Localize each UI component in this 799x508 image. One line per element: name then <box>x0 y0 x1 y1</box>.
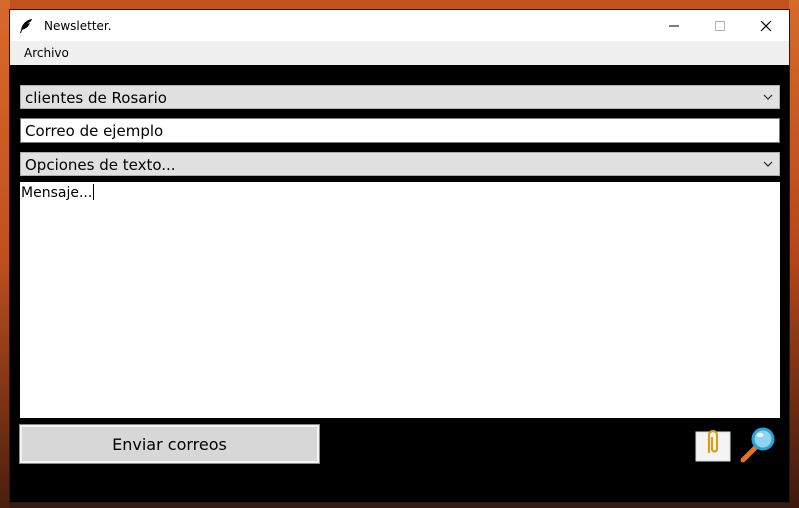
magnifier-icon <box>740 427 775 463</box>
attach-button[interactable] <box>694 425 732 463</box>
minimize-button[interactable] <box>651 10 697 41</box>
maximize-icon <box>715 20 725 31</box>
menu-bar: Archivo <box>10 41 789 65</box>
text-options-select[interactable]: Opciones de texto... <box>20 152 780 176</box>
subject-field[interactable]: Correo de ejemplo <box>20 118 780 143</box>
send-emails-label: Enviar correos <box>112 434 227 454</box>
subject-field-value: Correo de ejemplo <box>25 122 164 140</box>
window-controls <box>651 10 789 41</box>
recipients-select-value: clientes de Rosario <box>25 89 167 107</box>
recipients-select[interactable]: clientes de Rosario <box>20 85 780 109</box>
desktop-wallpaper-left <box>0 0 10 508</box>
feather-icon <box>18 18 34 34</box>
send-emails-button[interactable]: Enviar correos <box>19 424 320 464</box>
message-text: Mensaje... <box>21 185 93 201</box>
message-textarea[interactable]: Mensaje... <box>20 182 780 418</box>
paperclip-icon <box>695 429 731 462</box>
chevron-down-icon <box>763 94 773 100</box>
menu-archivo[interactable]: Archivo <box>10 46 83 60</box>
chevron-down-icon <box>763 161 773 167</box>
text-options-select-value: Opciones de texto... <box>25 156 176 174</box>
desktop-wallpaper-right <box>789 0 799 508</box>
window-title: Newsletter. <box>44 18 112 33</box>
preview-button[interactable] <box>739 425 777 463</box>
app-window: Newsletter. Archivo clientes de Rosario … <box>10 10 789 502</box>
text-cursor <box>93 184 95 200</box>
minimize-icon <box>669 25 679 26</box>
maximize-button[interactable] <box>697 10 743 41</box>
close-icon <box>760 20 772 31</box>
title-bar[interactable]: Newsletter. <box>10 10 789 41</box>
close-button[interactable] <box>743 10 789 41</box>
